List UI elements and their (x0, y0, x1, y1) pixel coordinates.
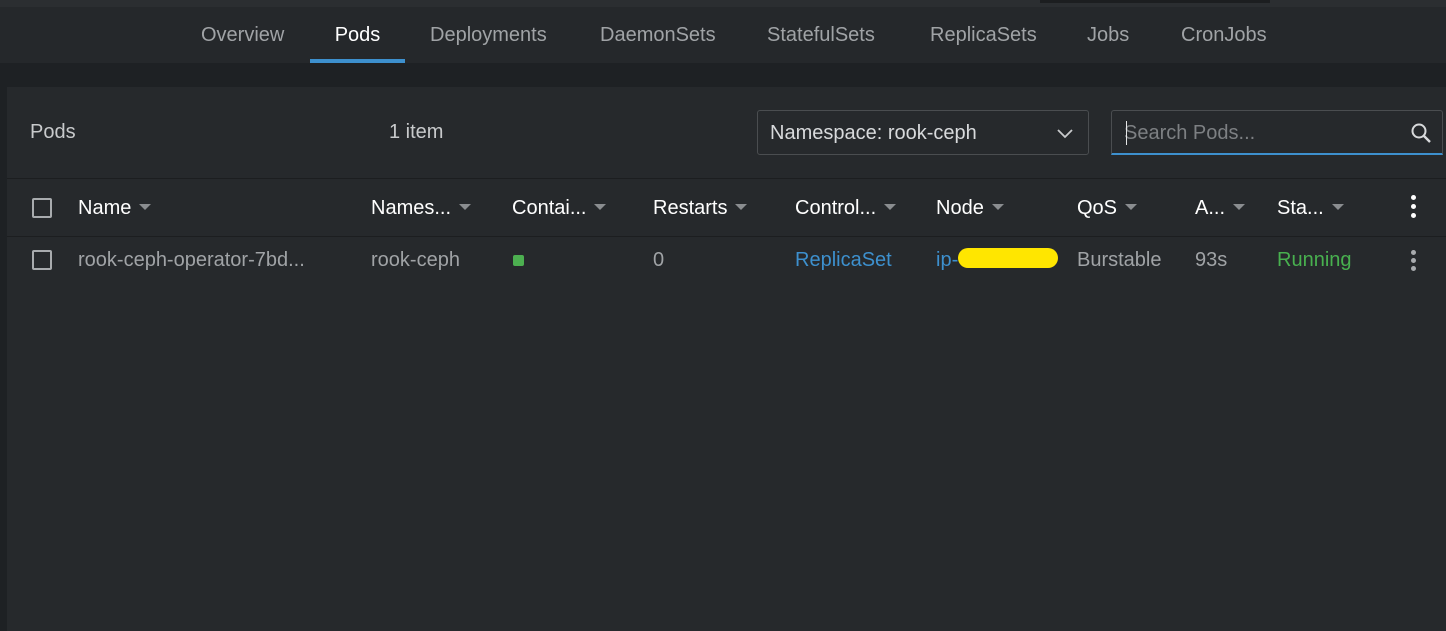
table-row[interactable]: rook-ceph-operator-7bd... rook-ceph 0 Re… (7, 237, 1446, 283)
pod-namespace-cell: rook-ceph (371, 249, 460, 271)
text-caret (1126, 121, 1127, 145)
sort-caret-icon (991, 203, 1004, 210)
column-header-containers-label: Contai... (512, 197, 587, 219)
columns-menu-icon[interactable] (1403, 195, 1423, 221)
pod-restarts-cell: 0 (653, 249, 665, 271)
tab-pods[interactable]: Pods (310, 7, 405, 63)
column-header-status-label: Sta... (1277, 197, 1324, 219)
tab-replicasets-label: ReplicaSets (930, 24, 1037, 46)
tabs-separator (0, 63, 1446, 87)
select-all-checkbox[interactable] (32, 198, 52, 218)
column-header-age[interactable]: A... (1195, 179, 1246, 237)
row-menu-icon[interactable] (1403, 248, 1423, 274)
sort-caret-icon (1233, 203, 1246, 210)
column-header-restarts-label: Restarts (653, 197, 728, 219)
workload-tabs: Overview Pods Deployments DaemonSets Sta… (0, 7, 1446, 63)
sort-caret-icon (139, 203, 152, 210)
panel-title: Pods (30, 121, 76, 143)
namespace-select[interactable]: Namespace: rook-ceph (757, 110, 1089, 155)
window-top-strip (0, 0, 1446, 7)
column-header-node[interactable]: Node (936, 179, 1004, 237)
sort-caret-icon (1331, 203, 1344, 210)
tab-cronjobs-label: CronJobs (1181, 24, 1267, 46)
item-count: 1 item (389, 121, 444, 143)
sort-caret-icon (594, 203, 607, 210)
column-header-namespace[interactable]: Names... (371, 179, 472, 237)
search-icon[interactable] (1410, 122, 1432, 144)
sort-caret-icon (884, 203, 897, 210)
panel-header: Pods 1 item Namespace: rook-ceph (7, 87, 1446, 179)
pod-qos-cell: Burstable (1077, 249, 1162, 271)
tab-jobs-label: Jobs (1087, 24, 1130, 46)
column-header-controlled-by-label: Control... (795, 197, 877, 219)
column-header-qos[interactable]: QoS (1077, 179, 1138, 237)
pod-node-link[interactable]: ip- (936, 237, 958, 283)
search-input[interactable] (1124, 120, 1394, 146)
tab-daemonsets[interactable]: DaemonSets (576, 7, 740, 63)
tab-deployments[interactable]: Deployments (406, 7, 571, 63)
chevron-down-icon (1057, 129, 1073, 139)
column-header-name[interactable]: Name (78, 179, 152, 237)
column-header-age-label: A... (1195, 197, 1226, 219)
sort-caret-icon (1125, 203, 1138, 210)
tab-deployments-label: Deployments (430, 24, 547, 46)
tab-overview-label: Overview (201, 24, 285, 46)
sort-caret-icon (735, 203, 748, 210)
namespace-select-value: Namespace: rook-ceph (770, 122, 977, 144)
sort-caret-icon (459, 203, 472, 210)
search-box[interactable] (1111, 110, 1443, 155)
column-header-node-label: Node (936, 197, 984, 219)
row-checkbox[interactable] (32, 250, 52, 270)
column-header-namespace-label: Names... (371, 197, 452, 219)
pod-status-cell: Running (1277, 249, 1352, 271)
column-header-qos-label: QoS (1077, 197, 1118, 219)
top-strip-segment (1040, 0, 1270, 3)
tab-replicasets[interactable]: ReplicaSets (906, 7, 1061, 63)
tab-pods-label: Pods (334, 24, 381, 46)
column-header-containers[interactable]: Contai... (512, 179, 607, 237)
column-header-controlled-by[interactable]: Control... (795, 179, 897, 237)
tab-statefulsets-label: StatefulSets (767, 24, 875, 46)
pod-name-cell: rook-ceph-operator-7bd... (78, 249, 305, 271)
tab-cronjobs[interactable]: CronJobs (1157, 7, 1291, 63)
pod-controlled-by-link[interactable]: ReplicaSet (795, 237, 892, 283)
container-status-icon (513, 255, 524, 266)
column-header-name-label: Name (78, 197, 132, 219)
pod-age-cell: 93s (1195, 249, 1228, 271)
tab-statefulsets[interactable]: StatefulSets (743, 7, 899, 63)
tab-overview[interactable]: Overview (177, 7, 308, 63)
redaction-mark (958, 248, 1058, 268)
tab-daemonsets-label: DaemonSets (600, 24, 716, 46)
column-header-restarts[interactable]: Restarts (653, 179, 748, 237)
table-header: Name Names... Contai... Restarts Control… (7, 179, 1446, 237)
column-header-status[interactable]: Sta... (1277, 179, 1344, 237)
pods-panel: Pods 1 item Namespace: rook-ceph Name Na… (7, 87, 1446, 631)
tab-jobs[interactable]: Jobs (1063, 7, 1153, 63)
